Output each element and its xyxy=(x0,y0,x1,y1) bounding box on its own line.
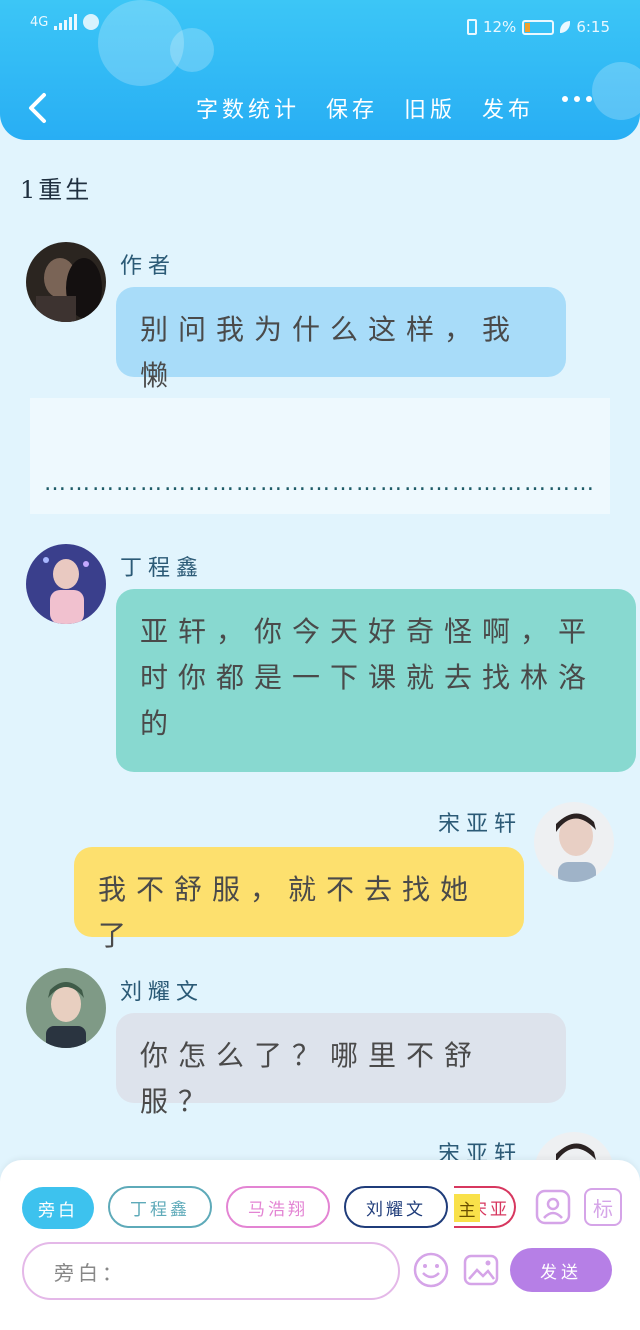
top-header: 4G 12% 6:15 字数统计 保存 旧版 发布 xyxy=(0,0,640,140)
toolbar-actions: 字数统计 保存 旧版 发布 xyxy=(196,92,534,124)
composer-panel: 旁白 丁程鑫 马浩翔 刘耀文 主 宋亚 标 旁白： 发送 xyxy=(0,1160,640,1330)
publish-button[interactable]: 发布 xyxy=(482,92,534,124)
image-button[interactable] xyxy=(462,1251,500,1289)
status-bar-right: 12% 6:15 xyxy=(466,18,610,36)
more-dots-icon[interactable] xyxy=(562,96,592,102)
main-role-badge: 主 xyxy=(454,1194,480,1222)
liu-photo xyxy=(26,968,106,1048)
avatar-ding[interactable] xyxy=(26,544,106,624)
image-icon xyxy=(463,1254,499,1286)
narration-text: …………………………………………………………… xyxy=(44,471,596,496)
input-row: 旁白： 发送 xyxy=(22,1240,622,1304)
network-label: 4G xyxy=(30,14,49,30)
avatar-song[interactable] xyxy=(534,802,614,882)
decorative-bubble xyxy=(592,62,640,120)
signal-icon xyxy=(54,14,78,30)
clock: 6:15 xyxy=(576,18,610,36)
mark-button[interactable]: 标 xyxy=(584,1188,622,1226)
avatar-liu[interactable] xyxy=(26,968,106,1048)
message-input[interactable]: 旁白： xyxy=(22,1242,400,1300)
speaker-name: 丁程鑫 xyxy=(120,556,205,581)
message-bubble[interactable]: 别问我为什么这样，我懒 xyxy=(116,287,566,392)
role-narration-chip[interactable]: 旁白 xyxy=(22,1187,94,1229)
old-version-button[interactable]: 旧版 xyxy=(404,92,456,124)
narration-block[interactable]: …………………………………………………………… xyxy=(30,398,610,514)
role-song-chip[interactable]: 主 宋亚 xyxy=(454,1186,516,1228)
chapter-title: 1重生 xyxy=(20,176,93,204)
message-bubble[interactable]: 亚轩，你今天好奇怪啊，平时你都是一下课就去找林洛的 xyxy=(116,589,636,772)
battery-icon xyxy=(522,19,555,35)
person-card-icon xyxy=(535,1189,571,1225)
song-photo xyxy=(534,802,614,882)
smiley-icon xyxy=(413,1252,449,1288)
speaker-name: 作者 xyxy=(120,254,177,279)
add-character-button[interactable] xyxy=(534,1188,572,1226)
author-photo xyxy=(26,242,106,322)
decorative-bubble xyxy=(170,28,214,72)
battery-percent: 12% xyxy=(482,18,517,36)
role-liu-chip[interactable]: 刘耀文 xyxy=(344,1186,448,1228)
speaker-name: 刘耀文 xyxy=(120,980,205,1005)
emoji-button[interactable] xyxy=(412,1251,450,1289)
vibrate-icon xyxy=(466,19,477,35)
avatar-author[interactable] xyxy=(26,242,106,322)
ding-photo xyxy=(26,544,106,624)
message-bubble[interactable]: 你怎么了？哪里不舒服？ xyxy=(116,1013,566,1118)
status-bar-left: 4G xyxy=(30,14,100,30)
save-button[interactable]: 保存 xyxy=(326,92,378,124)
chevron-left-icon xyxy=(29,93,46,123)
send-button[interactable]: 发送 xyxy=(510,1248,612,1292)
globe-icon xyxy=(83,14,100,30)
back-button[interactable] xyxy=(22,88,52,128)
leaf-icon xyxy=(560,21,571,33)
word-count-button[interactable]: 字数统计 xyxy=(196,92,300,124)
role-ding-chip[interactable]: 丁程鑫 xyxy=(108,1186,212,1228)
battery-level xyxy=(525,22,531,32)
role-ma-chip[interactable]: 马浩翔 xyxy=(226,1186,330,1228)
speaker-name: 宋亚轩 xyxy=(438,812,523,837)
message-bubble[interactable]: 我不舒服，就不去找她了 xyxy=(74,847,524,952)
role-selector: 旁白 丁程鑫 马浩翔 刘耀文 主 宋亚 标 xyxy=(22,1186,622,1230)
